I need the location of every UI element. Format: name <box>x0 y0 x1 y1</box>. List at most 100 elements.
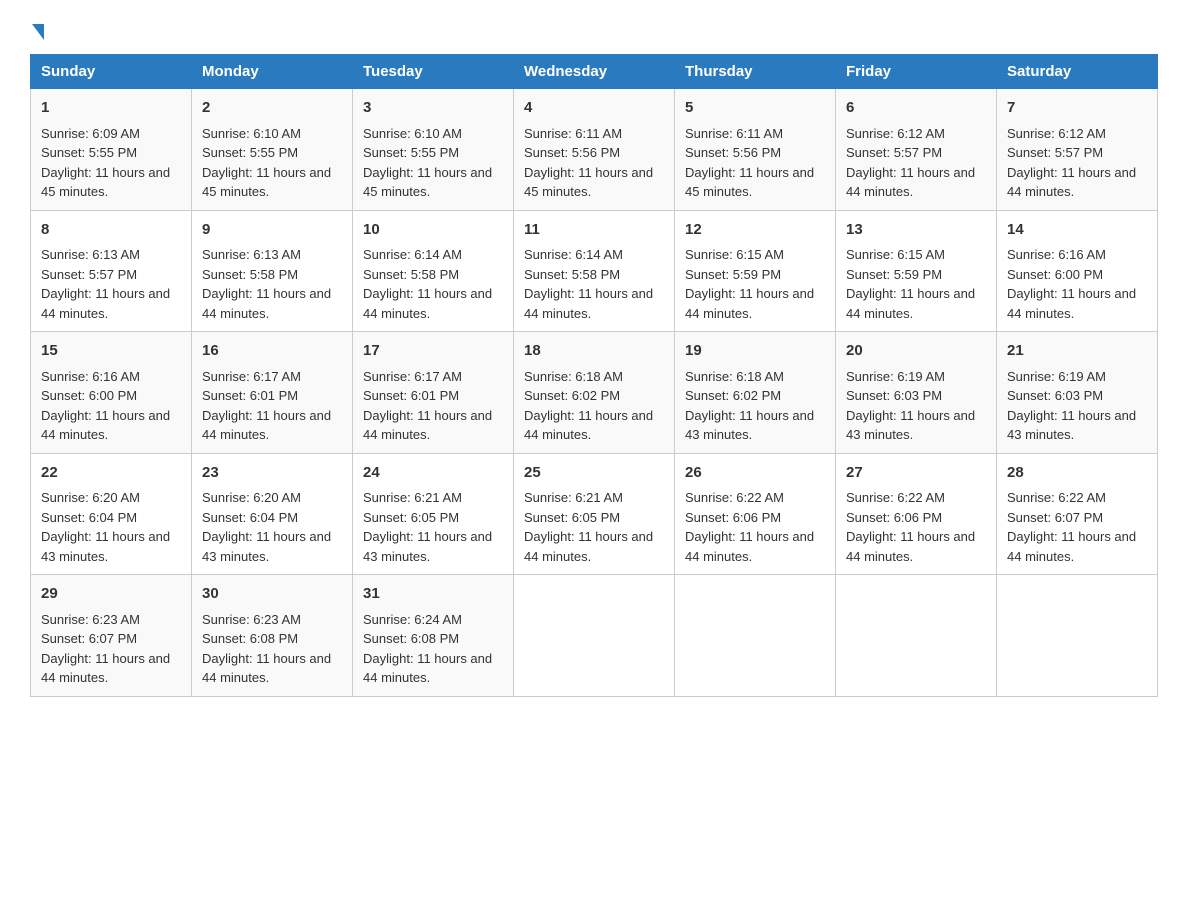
calendar-week-row: 22 Sunrise: 6:20 AM Sunset: 6:04 PM Dayl… <box>31 453 1158 575</box>
day-number: 11 <box>524 219 664 242</box>
day-sunrise: Sunrise: 6:16 AM <box>1007 247 1106 262</box>
day-sunset: Sunset: 6:06 PM <box>846 510 942 525</box>
day-sunrise: Sunrise: 6:23 AM <box>202 612 301 627</box>
day-daylight: Daylight: 11 hours and 44 minutes. <box>363 408 492 443</box>
day-sunset: Sunset: 6:03 PM <box>1007 388 1103 403</box>
day-daylight: Daylight: 11 hours and 44 minutes. <box>41 408 170 443</box>
day-sunrise: Sunrise: 6:22 AM <box>846 490 945 505</box>
day-number: 9 <box>202 219 342 242</box>
weekday-header-row: Sunday Monday Tuesday Wednesday Thursday… <box>31 55 1158 89</box>
day-sunset: Sunset: 6:03 PM <box>846 388 942 403</box>
header-sunday: Sunday <box>31 55 192 89</box>
header-wednesday: Wednesday <box>514 55 675 89</box>
day-sunset: Sunset: 6:05 PM <box>363 510 459 525</box>
day-daylight: Daylight: 11 hours and 44 minutes. <box>1007 529 1136 564</box>
calendar-day-cell: 7 Sunrise: 6:12 AM Sunset: 5:57 PM Dayli… <box>997 89 1158 211</box>
day-sunrise: Sunrise: 6:10 AM <box>363 126 462 141</box>
day-daylight: Daylight: 11 hours and 44 minutes. <box>685 286 814 321</box>
day-number: 8 <box>41 219 181 242</box>
day-daylight: Daylight: 11 hours and 44 minutes. <box>524 286 653 321</box>
calendar-day-cell: 14 Sunrise: 6:16 AM Sunset: 6:00 PM Dayl… <box>997 210 1158 332</box>
calendar-day-cell: 27 Sunrise: 6:22 AM Sunset: 6:06 PM Dayl… <box>836 453 997 575</box>
day-daylight: Daylight: 11 hours and 44 minutes. <box>524 408 653 443</box>
day-daylight: Daylight: 11 hours and 44 minutes. <box>1007 286 1136 321</box>
day-sunrise: Sunrise: 6:21 AM <box>524 490 623 505</box>
day-daylight: Daylight: 11 hours and 43 minutes. <box>202 529 331 564</box>
calendar-day-cell: 5 Sunrise: 6:11 AM Sunset: 5:56 PM Dayli… <box>675 89 836 211</box>
day-sunrise: Sunrise: 6:13 AM <box>202 247 301 262</box>
page-header <box>30 20 1158 34</box>
calendar-day-cell: 28 Sunrise: 6:22 AM Sunset: 6:07 PM Dayl… <box>997 453 1158 575</box>
day-sunset: Sunset: 6:02 PM <box>685 388 781 403</box>
day-sunrise: Sunrise: 6:11 AM <box>685 126 783 141</box>
calendar-day-cell: 23 Sunrise: 6:20 AM Sunset: 6:04 PM Dayl… <box>192 453 353 575</box>
day-number: 16 <box>202 340 342 363</box>
day-daylight: Daylight: 11 hours and 43 minutes. <box>41 529 170 564</box>
logo <box>30 20 44 34</box>
day-number: 12 <box>685 219 825 242</box>
day-daylight: Daylight: 11 hours and 44 minutes. <box>41 286 170 321</box>
day-sunset: Sunset: 6:08 PM <box>202 631 298 646</box>
day-daylight: Daylight: 11 hours and 44 minutes. <box>846 165 975 200</box>
day-sunset: Sunset: 6:05 PM <box>524 510 620 525</box>
calendar-day-cell: 4 Sunrise: 6:11 AM Sunset: 5:56 PM Dayli… <box>514 89 675 211</box>
day-number: 26 <box>685 462 825 485</box>
day-sunrise: Sunrise: 6:09 AM <box>41 126 140 141</box>
day-sunset: Sunset: 5:59 PM <box>846 267 942 282</box>
calendar-day-cell: 19 Sunrise: 6:18 AM Sunset: 6:02 PM Dayl… <box>675 332 836 454</box>
calendar-day-cell: 22 Sunrise: 6:20 AM Sunset: 6:04 PM Dayl… <box>31 453 192 575</box>
day-sunset: Sunset: 6:04 PM <box>202 510 298 525</box>
day-number: 30 <box>202 583 342 606</box>
day-daylight: Daylight: 11 hours and 43 minutes. <box>846 408 975 443</box>
day-daylight: Daylight: 11 hours and 45 minutes. <box>363 165 492 200</box>
calendar-week-row: 8 Sunrise: 6:13 AM Sunset: 5:57 PM Dayli… <box>31 210 1158 332</box>
calendar-day-cell: 11 Sunrise: 6:14 AM Sunset: 5:58 PM Dayl… <box>514 210 675 332</box>
calendar-day-cell: 3 Sunrise: 6:10 AM Sunset: 5:55 PM Dayli… <box>353 89 514 211</box>
day-daylight: Daylight: 11 hours and 44 minutes. <box>202 408 331 443</box>
calendar-day-cell: 13 Sunrise: 6:15 AM Sunset: 5:59 PM Dayl… <box>836 210 997 332</box>
calendar-day-cell: 24 Sunrise: 6:21 AM Sunset: 6:05 PM Dayl… <box>353 453 514 575</box>
day-sunset: Sunset: 6:00 PM <box>41 388 137 403</box>
day-number: 17 <box>363 340 503 363</box>
day-daylight: Daylight: 11 hours and 45 minutes. <box>202 165 331 200</box>
day-sunset: Sunset: 6:01 PM <box>202 388 298 403</box>
calendar-day-cell: 8 Sunrise: 6:13 AM Sunset: 5:57 PM Dayli… <box>31 210 192 332</box>
header-friday: Friday <box>836 55 997 89</box>
calendar-day-cell: 21 Sunrise: 6:19 AM Sunset: 6:03 PM Dayl… <box>997 332 1158 454</box>
day-sunrise: Sunrise: 6:14 AM <box>363 247 462 262</box>
day-sunrise: Sunrise: 6:20 AM <box>202 490 301 505</box>
day-number: 10 <box>363 219 503 242</box>
calendar-day-cell: 2 Sunrise: 6:10 AM Sunset: 5:55 PM Dayli… <box>192 89 353 211</box>
calendar-week-row: 29 Sunrise: 6:23 AM Sunset: 6:07 PM Dayl… <box>31 575 1158 697</box>
day-number: 14 <box>1007 219 1147 242</box>
day-daylight: Daylight: 11 hours and 45 minutes. <box>685 165 814 200</box>
day-number: 21 <box>1007 340 1147 363</box>
day-number: 2 <box>202 97 342 120</box>
calendar-day-cell: 1 Sunrise: 6:09 AM Sunset: 5:55 PM Dayli… <box>31 89 192 211</box>
day-sunrise: Sunrise: 6:20 AM <box>41 490 140 505</box>
day-sunrise: Sunrise: 6:24 AM <box>363 612 462 627</box>
day-number: 4 <box>524 97 664 120</box>
day-sunset: Sunset: 6:02 PM <box>524 388 620 403</box>
calendar-day-cell: 26 Sunrise: 6:22 AM Sunset: 6:06 PM Dayl… <box>675 453 836 575</box>
day-sunset: Sunset: 6:07 PM <box>1007 510 1103 525</box>
day-number: 1 <box>41 97 181 120</box>
calendar-day-cell <box>997 575 1158 697</box>
day-sunrise: Sunrise: 6:21 AM <box>363 490 462 505</box>
day-sunset: Sunset: 6:00 PM <box>1007 267 1103 282</box>
day-daylight: Daylight: 11 hours and 44 minutes. <box>41 651 170 686</box>
day-daylight: Daylight: 11 hours and 44 minutes. <box>524 529 653 564</box>
day-sunrise: Sunrise: 6:15 AM <box>685 247 784 262</box>
calendar-day-cell: 17 Sunrise: 6:17 AM Sunset: 6:01 PM Dayl… <box>353 332 514 454</box>
day-number: 23 <box>202 462 342 485</box>
day-sunset: Sunset: 5:59 PM <box>685 267 781 282</box>
day-sunset: Sunset: 6:06 PM <box>685 510 781 525</box>
day-sunrise: Sunrise: 6:15 AM <box>846 247 945 262</box>
day-sunset: Sunset: 5:55 PM <box>202 145 298 160</box>
calendar-day-cell: 25 Sunrise: 6:21 AM Sunset: 6:05 PM Dayl… <box>514 453 675 575</box>
day-sunrise: Sunrise: 6:13 AM <box>41 247 140 262</box>
day-sunrise: Sunrise: 6:19 AM <box>1007 369 1106 384</box>
calendar-week-row: 15 Sunrise: 6:16 AM Sunset: 6:00 PM Dayl… <box>31 332 1158 454</box>
day-daylight: Daylight: 11 hours and 44 minutes. <box>202 286 331 321</box>
calendar-day-cell: 15 Sunrise: 6:16 AM Sunset: 6:00 PM Dayl… <box>31 332 192 454</box>
